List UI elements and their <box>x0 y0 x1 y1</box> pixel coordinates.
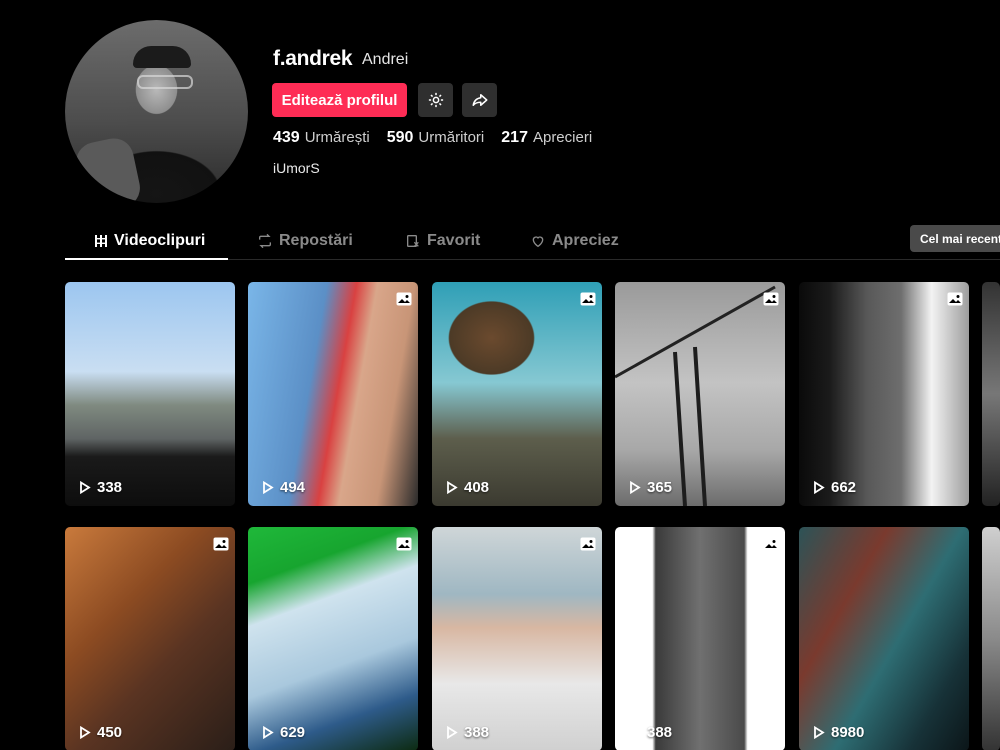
video-thumbnail <box>248 282 418 506</box>
play-icon <box>80 726 91 739</box>
play-icon <box>814 481 825 494</box>
video-card[interactable]: 388 <box>432 527 602 750</box>
video-card[interactable]: 338 <box>65 282 235 506</box>
avatar-hair <box>133 46 191 68</box>
video-thumbnail <box>982 527 1000 750</box>
photo-icon <box>396 537 412 551</box>
crane-drawing <box>615 285 776 506</box>
view-count-value: 408 <box>464 479 490 496</box>
repost-icon <box>259 233 271 249</box>
view-count: 629 <box>262 724 305 741</box>
video-thumbnail <box>65 527 235 750</box>
view-count-value: 8980 <box>831 724 865 741</box>
view-count: 365 <box>629 479 672 496</box>
video-thumbnail <box>65 282 235 506</box>
likes-count: 217 <box>501 129 528 146</box>
profile-stats: 439 Urmărești 590 Urmăritori 217 Aprecieri <box>273 129 592 147</box>
play-icon <box>630 726 641 739</box>
video-card[interactable]: 365 <box>615 282 785 506</box>
video-card-partial[interactable] <box>982 527 1000 750</box>
tab-videos[interactable]: Videoclipuri <box>94 232 205 250</box>
photo-icon <box>947 292 963 306</box>
video-thumbnail <box>432 527 602 750</box>
profile-username: f.andrek <box>273 47 353 70</box>
profile-bio: iUmorS <box>273 160 320 176</box>
view-count-value: 629 <box>280 724 306 741</box>
stat-followers[interactable]: 590 Urmăritori <box>387 129 485 147</box>
avatar-glasses <box>137 75 193 89</box>
avatar-arm <box>72 134 144 203</box>
tab-videos-label: Videoclipuri <box>114 232 206 249</box>
view-count: 494 <box>262 479 305 496</box>
tab-liked-label: Apreciez <box>552 232 619 249</box>
followers-label: Urmăritori <box>418 129 485 146</box>
video-card[interactable]: 629 <box>248 527 418 750</box>
video-card[interactable]: 494 <box>248 282 418 506</box>
followers-count: 590 <box>386 129 414 146</box>
photo-icon <box>213 537 229 551</box>
video-card[interactable]: 450 <box>65 527 235 750</box>
view-count-value: 338 <box>97 479 123 496</box>
photo-icon <box>580 292 596 306</box>
settings-button[interactable] <box>418 83 453 117</box>
play-icon <box>263 726 274 739</box>
view-count-value: 388 <box>647 724 673 741</box>
photo-icon <box>763 537 779 551</box>
photo-icon <box>580 537 596 551</box>
likes-label: Aprecieri <box>532 129 593 146</box>
active-tab-indicator <box>65 258 228 260</box>
share-icon <box>472 94 487 106</box>
video-thumbnail <box>799 527 969 750</box>
edit-profile-button[interactable]: Editează profilul <box>272 83 407 117</box>
profile-avatar[interactable] <box>65 20 248 203</box>
following-label: Urmărești <box>304 129 370 146</box>
video-card[interactable]: 388 <box>615 527 785 750</box>
tab-reposts[interactable]: Repostări <box>257 232 353 250</box>
view-count-value: 365 <box>647 479 673 496</box>
play-icon <box>80 481 91 494</box>
photo-icon <box>763 292 779 306</box>
view-count: 388 <box>629 724 672 741</box>
gear-icon <box>428 92 443 108</box>
video-card-partial[interactable] <box>982 282 1000 506</box>
view-count: 338 <box>79 479 122 496</box>
profile-nickname: Andrei <box>362 51 409 68</box>
video-thumbnail <box>248 527 418 750</box>
video-card[interactable]: 8980 <box>799 527 969 750</box>
play-icon <box>447 726 458 739</box>
profile-tabs: Videoclipuri Repostări Favorit Apreciez <box>65 222 1000 260</box>
tab-favorites-label: Favorit <box>427 232 481 249</box>
play-icon <box>630 481 641 494</box>
heart-icon <box>532 236 544 248</box>
view-count-value: 450 <box>97 724 123 741</box>
video-card[interactable]: 662 <box>799 282 969 506</box>
view-count: 388 <box>446 724 489 741</box>
view-count-value: 662 <box>831 479 857 496</box>
video-card[interactable]: 408 <box>432 282 602 506</box>
view-count-value: 494 <box>280 479 306 496</box>
play-icon <box>814 726 825 739</box>
video-thumbnail <box>432 282 602 506</box>
view-count: 408 <box>446 479 489 496</box>
video-thumbnail <box>615 527 785 750</box>
bookmark-icon <box>407 235 419 247</box>
stat-following[interactable]: 439 Urmărești <box>273 129 370 147</box>
view-count: 662 <box>813 479 856 496</box>
play-icon <box>263 481 274 494</box>
following-count: 439 <box>273 129 300 146</box>
photo-icon <box>396 292 412 306</box>
tab-reposts-label: Repostări <box>279 232 353 249</box>
tab-liked[interactable]: Apreciez <box>530 232 619 250</box>
view-count-value: 388 <box>464 724 490 741</box>
tab-favorites[interactable]: Favorit <box>405 232 480 250</box>
view-count: 450 <box>79 724 122 741</box>
stat-likes: 217 Aprecieri <box>501 129 592 147</box>
play-icon <box>447 481 458 494</box>
video-thumbnail <box>799 282 969 506</box>
view-count: 8980 <box>813 724 864 741</box>
share-button[interactable] <box>462 83 497 117</box>
video-thumbnail <box>982 282 1000 506</box>
grid-icon <box>95 235 107 247</box>
sort-latest-button[interactable]: Cel mai recent <box>910 225 1000 252</box>
